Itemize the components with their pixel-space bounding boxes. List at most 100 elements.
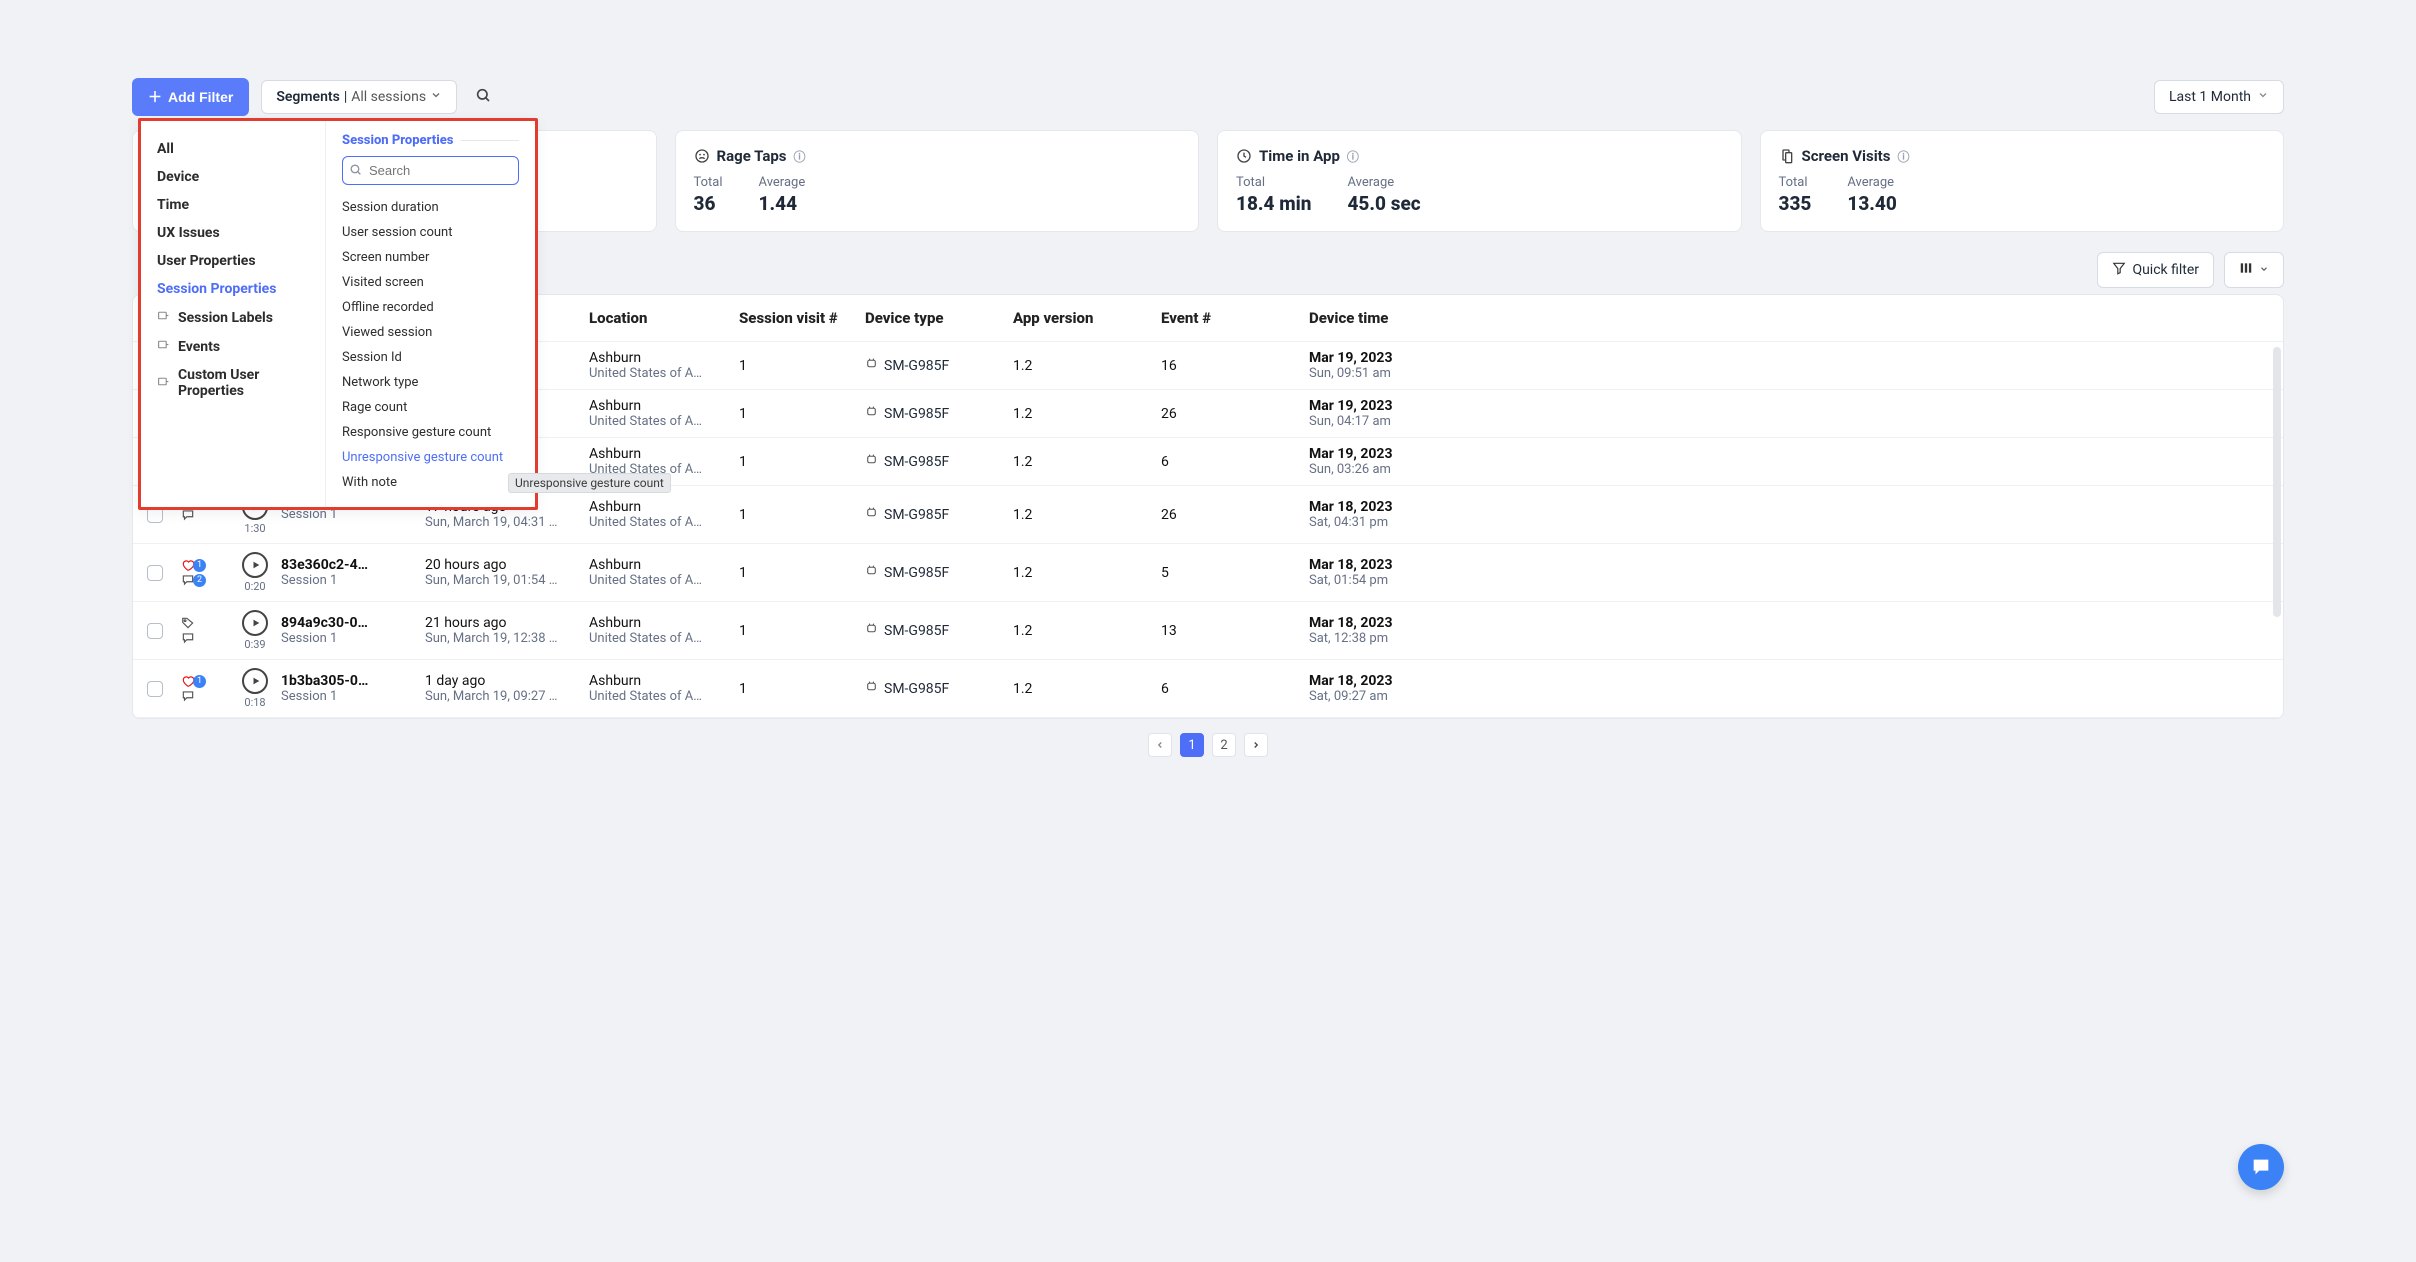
add-filter-button[interactable]: ＋ Add Filter (132, 78, 249, 116)
search-icon[interactable] (469, 81, 497, 113)
intercom-button[interactable] (2238, 1144, 2284, 1190)
info-icon[interactable]: ⓘ (1347, 148, 1359, 165)
session-id-cell: 1b3ba305-0…Session 1 (277, 673, 421, 704)
page-next[interactable] (1244, 733, 1268, 757)
card-stat-label: Average (759, 175, 806, 190)
filter-property-item[interactable]: Responsive gesture count (342, 420, 519, 445)
page-1[interactable]: 1 (1180, 733, 1204, 757)
filter-category-label: Session Labels (178, 310, 273, 326)
filter-category-label: Time (157, 197, 189, 213)
filter-property-item[interactable]: Session duration (342, 195, 519, 220)
col-location[interactable]: Location (585, 309, 735, 327)
play-button[interactable] (242, 610, 268, 636)
divider (461, 140, 519, 141)
time-range-dropdown[interactable]: Last 1 Month (2154, 80, 2284, 114)
time-ago-cell: 20 hours agoSun, March 19, 01:54 … (421, 557, 585, 588)
android-icon (865, 357, 878, 374)
segments-dropdown[interactable]: Segments | All sessions (261, 80, 457, 114)
pagination: 1 2 (132, 719, 2284, 763)
filter-category-label: User Properties (157, 253, 256, 269)
screens-icon (1779, 148, 1795, 164)
filter-property-item[interactable]: Unresponsive gesture count (342, 445, 519, 470)
col-session-visit[interactable]: Session visit # (735, 309, 861, 327)
row-checkbox[interactable] (147, 565, 163, 581)
version-cell: 1.2 (1009, 565, 1157, 581)
table-row[interactable]: 0:39894a9c30-0…Session 121 hours agoSun,… (133, 602, 2283, 660)
filter-property-item[interactable]: Rage count (342, 395, 519, 420)
filter-category-label: UX Issues (157, 225, 220, 241)
clock-icon (1236, 148, 1252, 164)
time-range-label: Last 1 Month (2169, 89, 2251, 105)
android-icon (865, 622, 878, 639)
filter-property-item[interactable]: Network type (342, 370, 519, 395)
version-cell: 1.2 (1009, 507, 1157, 523)
location-cell: AshburnUnited States of A… (585, 673, 735, 704)
card-stat-value: 13.40 (1847, 192, 1896, 215)
filter-category[interactable]: Device (157, 163, 309, 191)
filter-category[interactable]: Session Labels (157, 303, 309, 332)
filter-category[interactable]: Time (157, 191, 309, 219)
col-device-type[interactable]: Device type (861, 309, 1009, 327)
visit-cell: 1 (735, 454, 861, 470)
card-stat-label: Total (1779, 175, 1812, 190)
device-time-cell: Mar 18, 2023Sat, 01:54 pm (1305, 557, 1455, 588)
quick-filter-button[interactable]: Quick filter (2097, 252, 2214, 288)
filter-property-item[interactable]: Visited screen (342, 270, 519, 295)
card-stat-value: 1.44 (759, 192, 806, 215)
columns-button[interactable] (2224, 252, 2284, 288)
events-cell: 26 (1157, 406, 1305, 422)
col-event[interactable]: Event # (1157, 309, 1305, 327)
filter-property-item[interactable]: Screen number (342, 245, 519, 270)
row-tags (177, 616, 233, 645)
chat-icon (181, 689, 195, 703)
col-device-time[interactable]: Device time (1305, 309, 1455, 327)
filter-category[interactable]: User Properties (157, 247, 309, 275)
filter-category[interactable]: Session Properties (157, 275, 309, 303)
filter-category[interactable]: UX Issues (157, 219, 309, 247)
property-search-input[interactable] (342, 156, 519, 185)
play-button[interactable] (242, 552, 268, 578)
chat-icon: 2 (181, 573, 206, 587)
filter-icon (2112, 261, 2126, 279)
columns-icon (2239, 261, 2253, 279)
version-cell: 1.2 (1009, 681, 1157, 697)
filter-category[interactable]: Events (157, 332, 309, 361)
location-cell: AshburnUnited States of A… (585, 350, 735, 381)
events-cell: 13 (1157, 623, 1305, 639)
filter-property-item[interactable]: Offline recorded (342, 295, 519, 320)
device-cell: SM-G985F (861, 622, 1009, 639)
toolbar: ＋ Add Filter Segments | All sessions Las… (132, 78, 2284, 116)
search-icon (349, 163, 362, 180)
table-row[interactable]: 10:181b3ba305-0…Session 11 day agoSun, M… (133, 660, 2283, 718)
filter-category-label: All (157, 141, 174, 157)
filter-property-item[interactable]: Session Id (342, 345, 519, 370)
play-duration: 0:39 (244, 638, 265, 651)
version-cell: 1.2 (1009, 406, 1157, 422)
scrollbar[interactable] (2273, 347, 2281, 617)
filter-property-item[interactable]: With note (342, 470, 519, 495)
info-icon[interactable]: ⓘ (794, 148, 806, 165)
session-id-cell: 894a9c30-0…Session 1 (277, 615, 421, 646)
card-title: Screen Visits (1802, 147, 1891, 165)
visit-cell: 1 (735, 358, 861, 374)
col-app-version[interactable]: App version (1009, 309, 1157, 327)
filter-categories: All Device Time UX Issues User Properties Ses… (141, 121, 326, 507)
info-icon[interactable]: ⓘ (1897, 148, 1909, 165)
row-checkbox[interactable] (147, 623, 163, 639)
table-row[interactable]: 120:2083e360c2-4…Session 120 hours agoSu… (133, 544, 2283, 602)
android-icon (865, 564, 878, 581)
visit-cell: 1 (735, 623, 861, 639)
play-button[interactable] (242, 668, 268, 694)
filter-category[interactable]: All (157, 135, 309, 163)
filter-property-item[interactable]: Viewed session (342, 320, 519, 345)
page-prev[interactable] (1148, 733, 1172, 757)
device-cell: SM-G985F (861, 506, 1009, 523)
row-checkbox[interactable] (147, 681, 163, 697)
page-2[interactable]: 2 (1212, 733, 1236, 757)
filter-property-item[interactable]: User session count (342, 220, 519, 245)
location-cell: AshburnUnited States of A… (585, 499, 735, 530)
filter-category[interactable]: Custom User Properties (157, 361, 309, 405)
android-icon (865, 680, 878, 697)
label-icon (157, 338, 170, 355)
device-time-cell: Mar 18, 2023Sat, 09:27 am (1305, 673, 1455, 704)
